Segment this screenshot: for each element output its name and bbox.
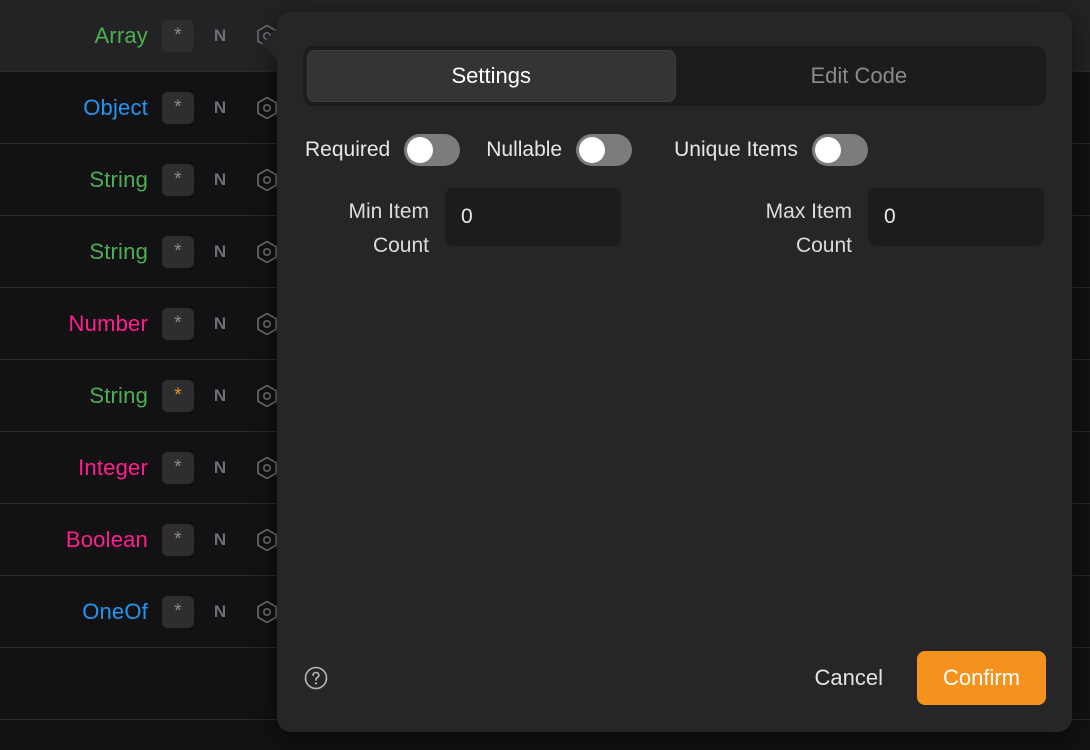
schema-row-controls: Array * N [0, 19, 280, 52]
nullable-button[interactable]: N [208, 386, 232, 406]
nullable-label: Nullable [486, 138, 563, 161]
required-star-button[interactable]: * [162, 235, 194, 268]
schema-row-controls: String * N [0, 379, 280, 412]
tab-settings-label: Settings [451, 63, 532, 88]
field-max-item-count: Max Item Count 0 [675, 188, 1044, 263]
tab-settings[interactable]: Settings [307, 50, 676, 102]
schema-row-controls: OneOf * N [0, 595, 280, 628]
schema-row-controls: Object * N [0, 91, 280, 124]
schema-type-label: Integer [78, 454, 148, 480]
nullable-button[interactable]: N [208, 170, 232, 190]
panel-body: Settings Edit Code Required Nullable Uni… [277, 12, 1072, 263]
required-star-button[interactable]: * [162, 595, 194, 628]
unique-items-label: Unique Items [674, 138, 798, 161]
schema-row-controls: String * N [0, 163, 280, 196]
nullable-button[interactable]: N [208, 314, 232, 334]
required-toggle-knob [407, 137, 434, 163]
nullable-button[interactable]: N [208, 242, 232, 262]
required-star-button[interactable]: * [162, 307, 194, 340]
settings-panel: Settings Edit Code Required Nullable Uni… [262, 12, 1072, 732]
tab-edit-code[interactable]: Edit Code [676, 50, 1043, 102]
min-item-count-input[interactable]: 0 [445, 188, 621, 246]
unique-items-toggle[interactable] [811, 134, 868, 166]
toggle-group-unique-items: Unique Items [674, 134, 868, 166]
required-star-button[interactable]: * [162, 523, 194, 556]
nullable-button[interactable]: N [208, 98, 232, 118]
nullable-toggle[interactable] [576, 134, 633, 166]
cancel-button[interactable]: Cancel [793, 655, 905, 701]
schema-row-controls: String * N [0, 235, 280, 268]
schema-row-controls: Integer * N [0, 451, 280, 484]
required-label: Required [305, 138, 391, 161]
schema-type-label: String [89, 382, 148, 408]
toggle-group-nullable: Nullable [486, 134, 633, 166]
required-toggle[interactable] [404, 134, 461, 166]
schema-type-label: Number [68, 310, 148, 336]
schema-type-label: Array [94, 22, 148, 48]
help-circle-icon[interactable] [303, 665, 329, 691]
panel-pointer-notch [262, 28, 278, 60]
schema-row-controls: Number * N [0, 307, 280, 340]
panel-tabbar: Settings Edit Code [303, 46, 1046, 106]
panel-footer: Cancel Confirm [277, 624, 1072, 732]
app-root: Array * N Object * N String * N String * N Number * N S… [0, 0, 1090, 750]
required-star-button[interactable]: * [162, 379, 194, 412]
required-star-button[interactable]: * [162, 451, 194, 484]
toggle-group-required: Required [305, 134, 461, 166]
schema-type-label: String [89, 238, 148, 264]
toggles-row: Required Nullable Unique Items [303, 134, 1046, 166]
nullable-button[interactable]: N [208, 26, 232, 46]
schema-type-label: Boolean [65, 526, 148, 552]
nullable-button[interactable]: N [208, 530, 232, 550]
schema-row-controls: Boolean * N [0, 523, 280, 556]
required-star-button[interactable]: * [162, 163, 194, 196]
unique-items-toggle-knob [814, 137, 841, 163]
nullable-button[interactable]: N [208, 602, 232, 622]
max-item-count-input[interactable]: 0 [868, 188, 1044, 246]
nullable-button[interactable]: N [208, 458, 232, 478]
schema-type-label: String [89, 166, 148, 192]
nullable-toggle-knob [579, 137, 606, 163]
schema-type-label: Object [83, 94, 148, 120]
max-item-count-label: Max Item Count [765, 200, 852, 257]
confirm-button[interactable]: Confirm [916, 651, 1046, 705]
item-count-fields: Min Item Count 0 Max Item Count 0 [303, 188, 1046, 263]
schema-type-label: OneOf [82, 598, 148, 624]
tab-edit-code-label: Edit Code [810, 63, 908, 88]
required-star-button[interactable]: * [162, 19, 194, 52]
required-star-button[interactable]: * [162, 91, 194, 124]
field-min-item-count: Min Item Count 0 [305, 188, 675, 263]
min-item-count-label: Min Item Count [348, 200, 429, 257]
